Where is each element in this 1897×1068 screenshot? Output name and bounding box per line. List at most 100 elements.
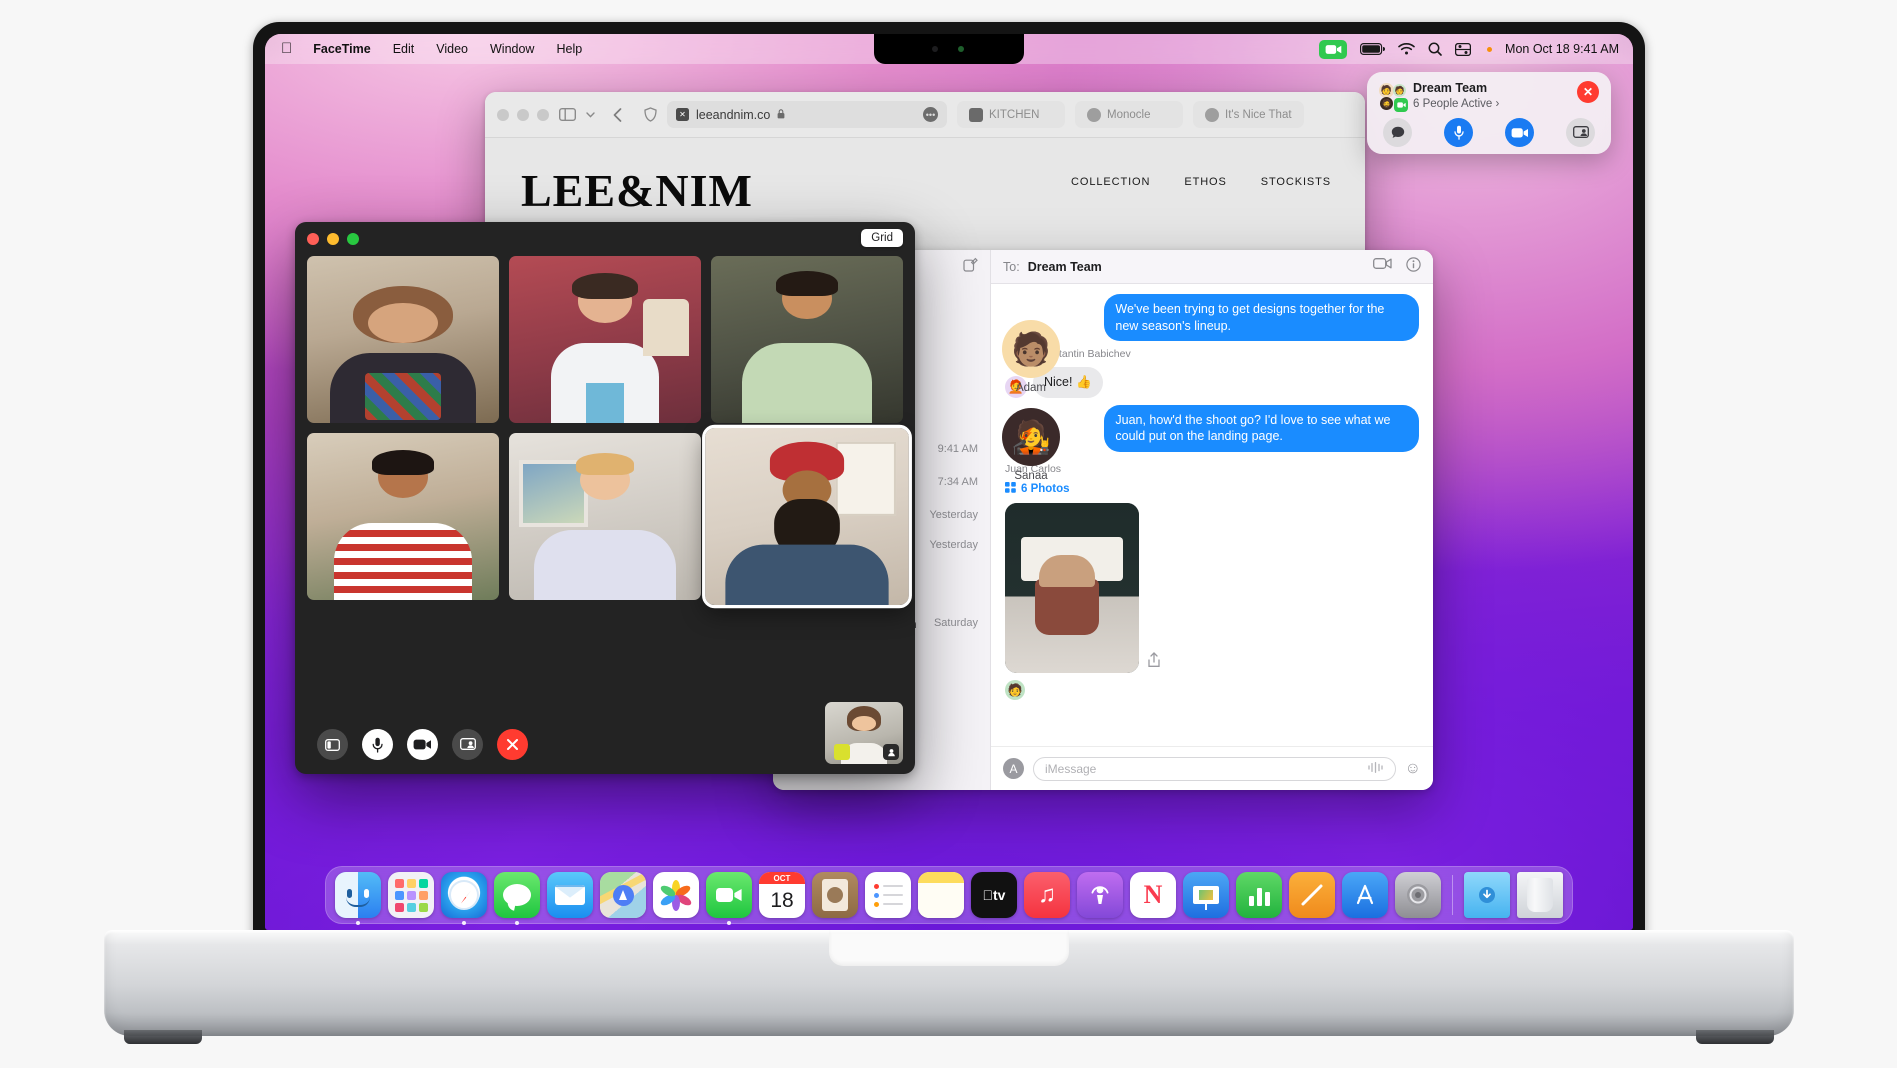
maximize-button[interactable] xyxy=(537,109,549,121)
photos-attachment-link[interactable]: 6 Photos xyxy=(1005,482,1419,496)
apple-logo-icon[interactable]:  xyxy=(277,34,302,64)
self-view-tile[interactable] xyxy=(825,702,903,764)
facetime-window[interactable]: Grid xyxy=(295,222,915,774)
share-screen-button[interactable] xyxy=(452,729,483,760)
dock-item-app-store[interactable] xyxy=(1342,872,1388,918)
dock-item-pages[interactable] xyxy=(1289,872,1335,918)
favorite-kitchen[interactable]: KITCHEN xyxy=(957,101,1065,128)
close-button[interactable] xyxy=(497,109,509,121)
minimize-button[interactable] xyxy=(327,233,339,245)
dock-item-downloads[interactable] xyxy=(1464,872,1510,918)
safari-toolbar: ✕ leeandnim.co ••• KITCHEN xyxy=(485,92,1365,138)
audio-waveform-icon[interactable] xyxy=(1367,762,1384,776)
macos-dock[interactable]: OCT 18 xyxy=(325,866,1573,924)
running-indicator xyxy=(462,921,466,925)
laptop-lid: ✕ leeandnim.co ••• KITCHEN xyxy=(253,22,1645,942)
ellipsis-icon[interactable]: ••• xyxy=(923,107,938,122)
menu-edit[interactable]: Edit xyxy=(382,34,426,64)
safari-traffic-lights[interactable] xyxy=(497,109,549,121)
message-bubble-outgoing: We've been trying to get designs togethe… xyxy=(1104,294,1419,341)
end-call-button[interactable] xyxy=(497,729,528,760)
facetime-status-icon[interactable] xyxy=(1319,40,1347,59)
nav-stockists[interactable]: STOCKISTS xyxy=(1261,176,1331,188)
dock-item-messages[interactable] xyxy=(494,872,540,918)
macbook-pro-device: ✕ leeandnim.co ••• KITCHEN xyxy=(0,0,1897,1068)
video-camera-icon[interactable] xyxy=(1373,257,1392,277)
site-navigation[interactable]: COLLECTION ETHOS STOCKISTS xyxy=(1071,176,1331,188)
portrait-mode-icon[interactable] xyxy=(883,744,899,760)
calendar-month-label: OCT xyxy=(759,872,805,884)
running-indicator xyxy=(515,921,519,925)
dock-item-news[interactable]: N xyxy=(1130,872,1176,918)
dock-item-podcasts[interactable] xyxy=(1077,872,1123,918)
laptop-base xyxy=(104,930,1794,1036)
dock-item-maps[interactable] xyxy=(600,872,646,918)
dock-item-facetime[interactable] xyxy=(706,872,752,918)
facetime-notification-banner[interactable]: 🧑 🧑 🧔 Dream Team 6 People Active › ✕ xyxy=(1367,72,1611,154)
emoji-smiley-icon[interactable]: ☺ xyxy=(1405,760,1421,778)
table-row[interactable] xyxy=(509,256,701,423)
menu-facetime[interactable]: FaceTime xyxy=(302,34,381,64)
battery-icon[interactable] xyxy=(1360,43,1385,55)
dock-item-photos[interactable] xyxy=(653,872,699,918)
share-screen-button[interactable] xyxy=(1566,118,1595,147)
dock-item-notes[interactable] xyxy=(918,872,964,918)
menu-window[interactable]: Window xyxy=(479,34,545,64)
share-icon[interactable] xyxy=(1147,652,1161,673)
info-icon[interactable] xyxy=(1406,257,1421,277)
menu-help[interactable]: Help xyxy=(545,34,593,64)
compose-icon[interactable] xyxy=(963,257,978,277)
menubar-clock[interactable]: Mon Oct 18 9:41 AM xyxy=(1505,42,1619,56)
nav-collection[interactable]: COLLECTION xyxy=(1071,176,1150,188)
search-icon[interactable] xyxy=(1428,42,1442,56)
wifi-icon[interactable] xyxy=(1398,43,1415,55)
dock-item-mail[interactable] xyxy=(547,872,593,918)
dock-item-apple-tv[interactable]: tv xyxy=(971,872,1017,918)
dock-item-reminders[interactable] xyxy=(865,872,911,918)
nav-ethos[interactable]: ETHOS xyxy=(1184,176,1226,188)
dock-item-trash[interactable] xyxy=(1517,872,1563,918)
close-icon[interactable]: ✕ xyxy=(1577,81,1599,103)
imessage-input[interactable]: iMessage xyxy=(1033,757,1396,781)
facetime-traffic-lights[interactable] xyxy=(307,233,359,245)
grid-view-button[interactable]: Grid xyxy=(861,229,903,247)
dock-item-finder[interactable] xyxy=(335,872,381,918)
menu-video[interactable]: Video xyxy=(425,34,479,64)
table-row[interactable] xyxy=(705,428,909,605)
control-center-icon[interactable] xyxy=(1455,43,1471,56)
message-attachment-image[interactable] xyxy=(1005,503,1139,673)
mute-button[interactable] xyxy=(1444,118,1473,147)
safari-address-bar[interactable]: ✕ leeandnim.co ••• xyxy=(667,101,947,128)
dock-item-keynote[interactable] xyxy=(1183,872,1229,918)
favorite-monocle[interactable]: Monocle xyxy=(1075,101,1183,128)
message-button[interactable] xyxy=(1383,118,1412,147)
table-row[interactable] xyxy=(307,433,499,600)
table-row[interactable] xyxy=(509,433,701,600)
mute-button[interactable] xyxy=(362,729,393,760)
favorite-its-nice-that[interactable]: It's Nice That xyxy=(1193,101,1304,128)
back-button[interactable] xyxy=(613,108,622,122)
close-button[interactable] xyxy=(307,233,319,245)
dock-item-system-preferences[interactable] xyxy=(1395,872,1441,918)
table-row[interactable] xyxy=(711,256,903,423)
sidebar-button[interactable] xyxy=(317,729,348,760)
message-sender-name: Konstantin Babichev xyxy=(1035,348,1419,360)
dock-item-numbers[interactable] xyxy=(1236,872,1282,918)
video-button[interactable] xyxy=(1505,118,1534,147)
laptop-foot xyxy=(1696,1030,1774,1044)
privacy-shield-icon[interactable] xyxy=(644,107,657,122)
camera-button[interactable] xyxy=(407,729,438,760)
chevron-down-icon[interactable] xyxy=(586,112,595,118)
dock-item-launchpad[interactable] xyxy=(388,872,434,918)
table-row[interactable] xyxy=(307,256,499,423)
dock-item-music[interactable]: ♫ xyxy=(1024,872,1070,918)
minimize-button[interactable] xyxy=(517,109,529,121)
notification-subtitle: 6 People Active › xyxy=(1413,97,1499,111)
dock-item-contacts[interactable] xyxy=(812,872,858,918)
sidebar-icon[interactable] xyxy=(559,108,576,121)
dock-item-calendar[interactable]: OCT 18 xyxy=(759,872,805,918)
conversation-time: Saturday xyxy=(934,617,978,629)
app-store-icon[interactable]: A xyxy=(1003,758,1024,779)
maximize-button[interactable] xyxy=(347,233,359,245)
dock-item-safari[interactable] xyxy=(441,872,487,918)
